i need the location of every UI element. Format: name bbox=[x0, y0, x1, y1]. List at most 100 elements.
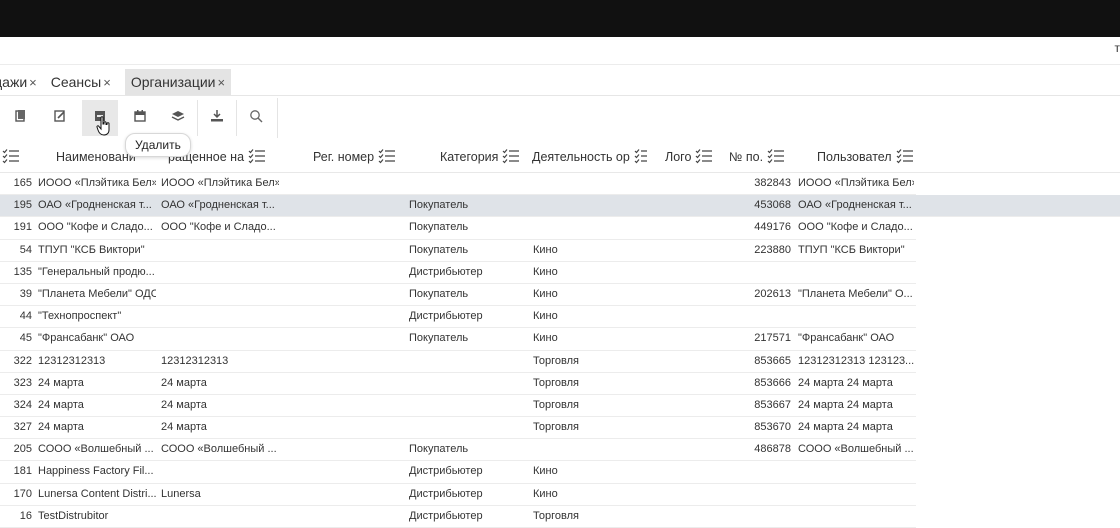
cell-user bbox=[798, 461, 914, 482]
cell-short-name: 24 марта bbox=[161, 373, 279, 394]
cell-user bbox=[798, 306, 914, 327]
cell-activity: Торговля bbox=[533, 373, 633, 394]
cell-id: 323 bbox=[0, 373, 32, 394]
cell-user: ИООО «Плэйтика Бел» bbox=[798, 173, 914, 194]
table-row[interactable]: 205СООО «Волшебный ...СООО «Волшебный ..… bbox=[0, 439, 916, 461]
cell-number bbox=[740, 484, 791, 505]
cell-activity bbox=[533, 173, 633, 194]
tab-bar: дажи × Сеансы × Организации × bbox=[0, 69, 231, 95]
filter-list-icon[interactable] bbox=[695, 148, 713, 167]
cell-activity: Торговля bbox=[533, 417, 633, 438]
download-button[interactable] bbox=[199, 100, 235, 136]
cell-id: 324 bbox=[0, 395, 32, 416]
cell-category: Дистрибьютер bbox=[409, 506, 519, 527]
cell-number: 217571 bbox=[740, 328, 791, 349]
cell-name: ИООО «Плэйтика Бел» bbox=[38, 173, 156, 194]
filter-list-icon[interactable] bbox=[248, 148, 266, 167]
column-header-user[interactable]: Пользовател bbox=[817, 142, 914, 172]
cell-category: Дистрибьютер bbox=[409, 262, 519, 283]
cell-id: 39 bbox=[0, 284, 32, 305]
table-row[interactable]: 32324 марта24 мартаТорговля85366624 март… bbox=[0, 373, 916, 395]
calendar-button[interactable] bbox=[122, 100, 158, 136]
cell-id: 165 bbox=[0, 173, 32, 194]
cell-id: 205 bbox=[0, 439, 32, 460]
cell-user: 12312312313 123123... bbox=[798, 351, 914, 372]
column-label: Лого bbox=[665, 150, 691, 164]
filter-list-icon[interactable] bbox=[634, 148, 647, 167]
table-row[interactable]: 32424 марта24 мартаТорговля85366724 март… bbox=[0, 395, 916, 417]
cell-short-name: СООО «Волшебный ... bbox=[161, 439, 279, 460]
table-row[interactable]: 195ОАО «Гродненская т...ОАО «Гродненская… bbox=[0, 195, 1120, 217]
table-row[interactable]: 181Happiness Factory Fil...ДистрибьютерК… bbox=[0, 461, 916, 483]
close-icon[interactable]: × bbox=[103, 75, 111, 90]
copy-icon bbox=[13, 109, 27, 128]
table-row[interactable]: 44"Технопроспект"ДистрибьютерКино bbox=[0, 306, 916, 328]
cell-id: 327 bbox=[0, 417, 32, 438]
cell-user: ОАО «Гродненская т... bbox=[798, 195, 914, 216]
layers-icon bbox=[171, 109, 185, 128]
column-label: Наименовани bbox=[56, 150, 136, 164]
column-header-reg-number[interactable]: Рег. номер bbox=[313, 142, 396, 172]
cell-category: Дистрибьютер bbox=[409, 484, 519, 505]
filter-list-icon[interactable] bbox=[767, 148, 785, 167]
row-filter-button[interactable] bbox=[2, 142, 20, 172]
column-header-activity[interactable]: Деятельность ор bbox=[532, 142, 647, 172]
table-row[interactable]: 170Lunersa Content Distri...LunersaДистр… bbox=[0, 484, 916, 506]
toolbar bbox=[0, 98, 278, 138]
filter-list-icon[interactable] bbox=[378, 148, 396, 167]
cell-short-name: 24 марта bbox=[161, 395, 279, 416]
cell-short-name bbox=[161, 506, 279, 527]
filter-list-icon[interactable] bbox=[896, 148, 914, 167]
cell-user bbox=[798, 484, 914, 505]
table-row[interactable]: 165ИООО «Плэйтика Бел»ИООО «Плэйтика Бел… bbox=[0, 173, 916, 195]
edit-icon bbox=[53, 109, 67, 128]
copy-button[interactable] bbox=[2, 100, 38, 136]
cell-short-name: ИООО «Плэйтика Бел» bbox=[161, 173, 279, 194]
cell-name: "Франсабанк" ОАО bbox=[38, 328, 156, 349]
table-row[interactable]: 45"Франсабанк" ОАОПокупательКино217571"Ф… bbox=[0, 328, 916, 350]
cell-name: ТПУП "КСБ Виктори" bbox=[38, 240, 156, 261]
tab-label: дажи bbox=[0, 74, 27, 90]
search-button[interactable] bbox=[238, 100, 274, 136]
cell-id: 54 bbox=[0, 240, 32, 261]
table-row[interactable]: 16TestDistrubitorДистрибьютерТорговля bbox=[0, 506, 916, 528]
tab-sessions[interactable]: Сеансы × bbox=[51, 69, 115, 95]
layers-button[interactable] bbox=[160, 100, 196, 136]
cell-short-name bbox=[161, 262, 279, 283]
toolbar-divider bbox=[236, 100, 237, 136]
cell-activity bbox=[533, 195, 633, 216]
cell-number: 382843 bbox=[740, 173, 791, 194]
cell-user: 24 марта 24 марта bbox=[798, 373, 914, 394]
table-row[interactable]: 3221231231231312312312313Торговля8536651… bbox=[0, 351, 916, 373]
column-header-number[interactable]: № по. bbox=[729, 142, 785, 172]
column-header-category[interactable]: Категория bbox=[440, 142, 520, 172]
table-row[interactable]: 135"Генеральный продю...ДистрибьютерКино bbox=[0, 262, 916, 284]
cell-number: 453068 bbox=[740, 195, 791, 216]
cell-category bbox=[409, 373, 519, 394]
cell-number bbox=[740, 461, 791, 482]
toolbar-divider bbox=[197, 100, 198, 136]
cell-short-name: 24 марта bbox=[161, 417, 279, 438]
cell-category bbox=[409, 173, 519, 194]
tab-sales[interactable]: дажи × bbox=[0, 69, 41, 95]
table-row[interactable]: 39"Планета Мебели" ОДОПокупательКино2026… bbox=[0, 284, 916, 306]
table-row[interactable]: 191ООО "Кофе и Сладо...ООО "Кофе и Сладо… bbox=[0, 217, 916, 239]
cell-number: 853665 bbox=[740, 351, 791, 372]
cell-user bbox=[798, 506, 914, 527]
edit-button[interactable] bbox=[42, 100, 78, 136]
close-icon[interactable]: × bbox=[218, 75, 226, 90]
cell-short-name bbox=[161, 328, 279, 349]
tab-label: Сеансы bbox=[51, 74, 101, 90]
cell-name: 24 марта bbox=[38, 373, 156, 394]
column-header-logo[interactable]: Лого bbox=[665, 142, 713, 172]
cell-category: Покупатель bbox=[409, 195, 519, 216]
cell-user: ТПУП "КСБ Виктори" bbox=[798, 240, 914, 261]
table-row[interactable]: 54ТПУП "КСБ Виктори"ПокупательКино223880… bbox=[0, 240, 916, 262]
cell-name: TestDistrubitor bbox=[38, 506, 156, 527]
tab-organizations[interactable]: Организации × bbox=[125, 69, 231, 95]
close-icon[interactable]: × bbox=[29, 75, 37, 90]
cell-activity: Торговля bbox=[533, 351, 633, 372]
cell-category bbox=[409, 417, 519, 438]
table-row[interactable]: 32724 марта24 мартаТорговля85367024 март… bbox=[0, 417, 916, 439]
filter-list-icon[interactable] bbox=[502, 148, 520, 167]
